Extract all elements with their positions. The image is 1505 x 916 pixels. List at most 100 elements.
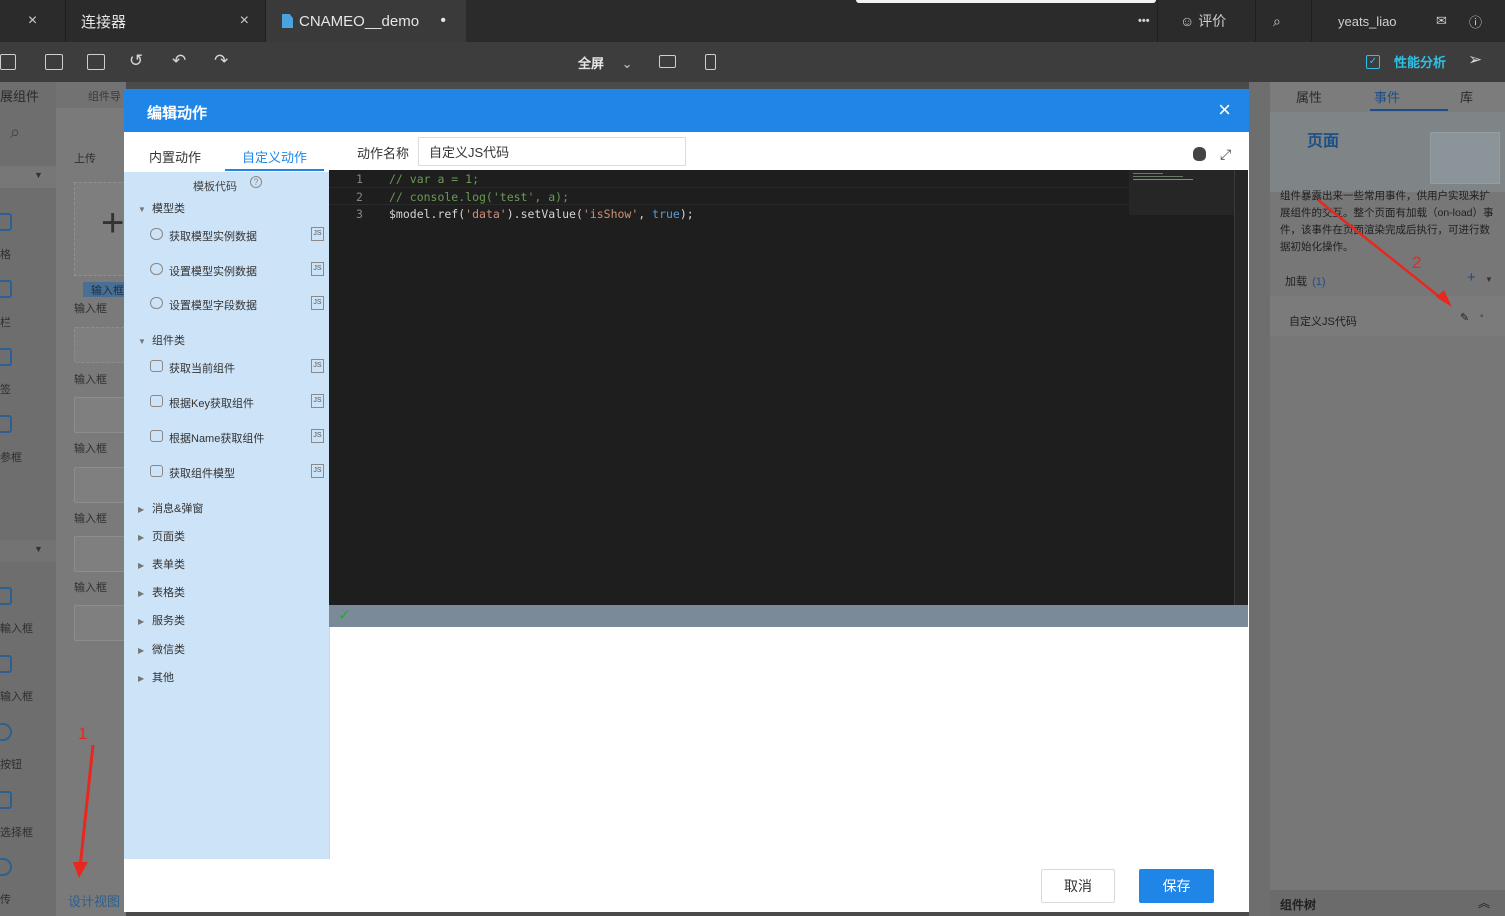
tab-previous[interactable]: × [0, 0, 66, 42]
group-component[interactable]: ▼ 组件类 [138, 332, 185, 348]
search-icon[interactable]: ⌕ [1273, 0, 1281, 42]
editor-scrollbar[interactable] [1234, 170, 1248, 605]
bug-icon[interactable] [1193, 147, 1206, 161]
template-item[interactable]: 设置模型实例数据 JS [150, 260, 324, 280]
js-icon[interactable]: JS [311, 296, 324, 310]
grid-icon[interactable] [0, 213, 12, 231]
frame-icon[interactable] [0, 415, 12, 433]
action-name-input[interactable] [418, 137, 686, 166]
select-icon[interactable] [0, 791, 12, 809]
group-label: 微信类 [152, 644, 185, 656]
performance-button[interactable]: ✓ 性能分析 [1366, 52, 1446, 71]
column-icon[interactable] [0, 280, 12, 298]
mobile-icon[interactable] [705, 54, 716, 70]
group-message[interactable]: ▶ 消息&弹窗 [138, 500, 203, 516]
code-editor[interactable]: 1 // var a = 1; 2 // console.log('test',… [329, 170, 1248, 605]
unsaved-dot-icon: • [440, 12, 446, 29]
group-service[interactable]: ▶ 服务类 [138, 612, 185, 628]
add-event-button[interactable]: + [1467, 269, 1476, 286]
tab-connector[interactable]: 连接器 × [66, 0, 266, 42]
tab-icon[interactable] [0, 348, 12, 366]
more-button[interactable]: ••• [1138, 0, 1150, 42]
line-number: 2 [356, 190, 363, 204]
cancel-button[interactable]: 取消 [1041, 869, 1115, 903]
edit-action-modal: 编辑动作 × 内置动作 自定义动作 模板代码 ? ▼ 模型类 获取模型实例数据 J… [124, 89, 1249, 912]
edit-icon[interactable]: ✎ [1460, 311, 1469, 324]
caret-down-icon: ▼ [138, 337, 146, 346]
group-form[interactable]: ▶ 表单类 [138, 556, 185, 572]
tab-active-file[interactable]: CNAMEO__demo • [266, 0, 466, 42]
input-placeholder[interactable] [74, 397, 126, 433]
input-placeholder[interactable] [74, 467, 126, 503]
js-icon[interactable]: JS [311, 227, 324, 241]
code-minimap[interactable] [1129, 170, 1234, 215]
search-icon[interactable]: ⌕ [10, 122, 20, 143]
group-wechat[interactable]: ▶ 微信类 [138, 641, 185, 657]
category-header[interactable]: ▼ [0, 166, 56, 188]
fullscreen-select[interactable]: 全屏 ⌄ [578, 53, 633, 72]
js-icon[interactable]: JS [311, 464, 324, 478]
tab-custom-actions[interactable]: 自定义动作 [242, 147, 307, 166]
help-icon[interactable]: ⓘ [1469, 0, 1482, 42]
design-view-tab[interactable]: 设计视图 [68, 891, 120, 910]
component-label: 参框 [0, 452, 22, 464]
event-group-load[interactable]: 加载 (1) [1285, 273, 1326, 289]
tab-builtin-actions[interactable]: 内置动作 [149, 147, 201, 166]
tab-library[interactable]: 库 [1460, 87, 1473, 106]
input-icon[interactable] [0, 587, 12, 605]
desktop-icon[interactable] [659, 55, 676, 68]
js-icon[interactable]: JS [311, 359, 324, 373]
fullscreen-label: 全屏 [578, 56, 605, 71]
input-placeholder[interactable] [74, 536, 126, 572]
group-other[interactable]: ▶ 其他 [138, 669, 174, 685]
collapse-icon[interactable]: ︽ [1478, 894, 1490, 911]
js-icon[interactable]: JS [311, 429, 324, 443]
template-item[interactable]: 获取组件模型 JS [150, 462, 324, 482]
close-icon[interactable]: × [28, 12, 37, 30]
delete-icon[interactable]: ▪ [1480, 311, 1484, 322]
caret-right-icon: ▶ [138, 617, 145, 626]
input-placeholder[interactable] [74, 605, 126, 641]
component-label: 输入框 [0, 691, 33, 703]
js-icon[interactable]: JS [311, 262, 324, 276]
close-icon[interactable]: × [1218, 97, 1231, 123]
tab-properties[interactable]: 属性 [1296, 87, 1322, 106]
undo-icon[interactable]: ↶ [172, 51, 186, 71]
upload-icon[interactable] [0, 858, 12, 876]
category-header[interactable]: ▼ [0, 540, 56, 562]
save-button[interactable]: 保存 [1139, 869, 1214, 903]
group-table[interactable]: ▶ 表格类 [138, 584, 185, 600]
template-item[interactable]: 获取模型实例数据 JS [150, 225, 324, 245]
redo-icon[interactable]: ↷ [214, 51, 228, 71]
help-icon[interactable]: ? [250, 176, 262, 188]
divider [1311, 0, 1312, 42]
save-all-icon[interactable] [45, 54, 63, 70]
upload-box[interactable]: + [74, 182, 126, 276]
event-item-row[interactable]: 自定义JS代码 ✎ ▪ [1270, 296, 1505, 336]
template-item[interactable]: 根据Key获取组件 JS [150, 392, 324, 412]
template-item[interactable]: 获取当前组件 JS [150, 357, 324, 377]
mail-icon[interactable]: ✉ [1436, 0, 1447, 42]
send-icon[interactable]: ➢ [1468, 50, 1482, 70]
radio-icon[interactable] [0, 723, 12, 741]
rate-button[interactable]: ☺ 评价 [1180, 0, 1226, 42]
user-name[interactable]: yeats_liao [1338, 0, 1397, 42]
template-item[interactable]: 设置模型字段数据 JS [150, 294, 324, 314]
group-model[interactable]: ▼ 模型类 [138, 200, 185, 216]
caret-down-icon: ▼ [138, 205, 146, 214]
close-icon[interactable]: × [240, 12, 249, 30]
tab-events[interactable]: 事件 [1374, 87, 1400, 106]
component-tree-header[interactable]: 组件树 ︽ [1270, 890, 1505, 916]
preview-icon[interactable] [87, 54, 105, 70]
group-page[interactable]: ▶ 页面类 [138, 528, 185, 544]
code-text: $model.ref('data').setValue('isShow', tr… [389, 207, 694, 221]
template-item[interactable]: 根据Name获取组件 JS [150, 427, 324, 447]
history-icon[interactable]: ↺ [129, 51, 143, 71]
chevron-down-icon[interactable]: ▼ [1485, 275, 1493, 284]
save-icon[interactable] [0, 54, 16, 70]
input-placeholder[interactable] [74, 327, 126, 363]
js-icon[interactable]: JS [311, 394, 324, 408]
component-label: 传 [0, 894, 11, 906]
expand-icon[interactable]: ⤢ [1220, 146, 1231, 163]
input-icon[interactable] [0, 655, 12, 673]
